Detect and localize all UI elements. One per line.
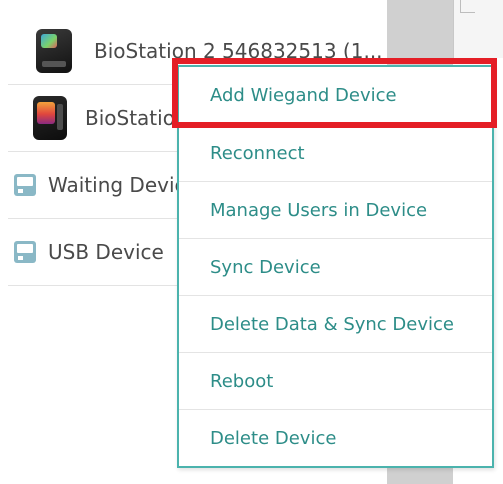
menu-item-delete-device[interactable]: Delete Device [179,410,492,466]
device-label: BioStation [85,106,188,130]
menu-item-manage-users-in-device[interactable]: Manage Users in Device [179,182,492,239]
panel-corner [460,0,475,13]
device-label: USB Device [48,240,164,264]
device-label: Waiting Device [48,173,198,197]
menu-item-reboot[interactable]: Reboot [179,353,492,410]
device-label: BioStation 2 546832513 (1... [94,39,383,63]
folder-device-icon [14,174,36,196]
menu-item-sync-device[interactable]: Sync Device [179,239,492,296]
device-context-menu: Add Wiegand Device Reconnect Manage User… [177,65,494,468]
biostation-2-device-icon [36,29,72,73]
menu-item-reconnect[interactable]: Reconnect [179,125,492,182]
folder-device-icon [14,241,36,263]
right-panel-header [453,0,503,58]
menu-item-delete-data-sync-device[interactable]: Delete Data & Sync Device [179,296,492,353]
menu-item-add-wiegand-device[interactable]: Add Wiegand Device [179,67,492,125]
biostation-a2-device-icon [33,96,67,140]
